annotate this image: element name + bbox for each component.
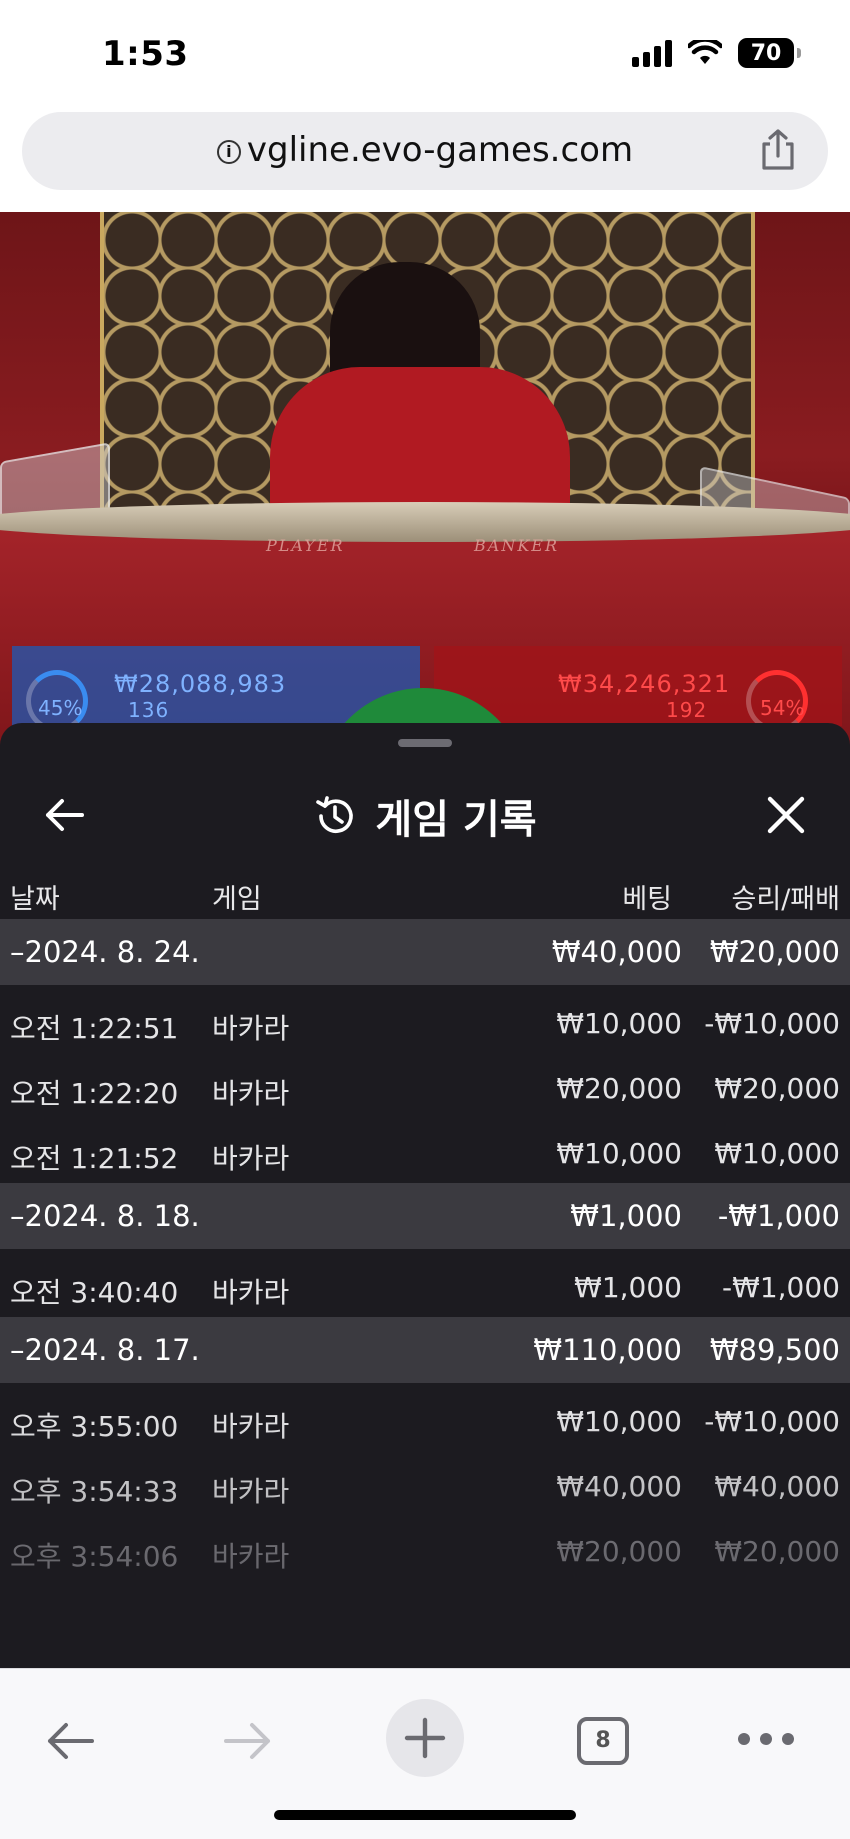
history-icon [316, 796, 354, 833]
share-icon[interactable] [758, 128, 798, 172]
row-win-loss: ₩10,000 [714, 1137, 840, 1170]
new-tab-button[interactable] [386, 1699, 464, 1777]
table-row[interactable]: 오전 3:40:40 바카라 ₩1,000 -₩1,000 [0, 1255, 850, 1317]
sheet-grabber[interactable] [398, 739, 452, 747]
row-game: 바카라 [212, 1276, 290, 1309]
group-date: –2024. 8. 17. [10, 1333, 200, 1367]
date-group-header[interactable]: –2024. 8. 18. ₩1,000 -₩1,000 [0, 1183, 850, 1249]
wifi-icon [688, 40, 722, 64]
table-row[interactable]: 오후 3:54:33 바카라 ₩40,000 ₩40,000 [0, 1454, 850, 1519]
date-group-header[interactable]: –2024. 8. 24. ₩40,000 ₩20,000 [0, 919, 850, 985]
table-row[interactable]: 오전 1:21:52 바카라 ₩10,000 ₩10,000 [0, 1121, 850, 1183]
group-date: –2024. 8. 24. [10, 935, 200, 969]
banker-count: 192 [666, 698, 708, 722]
player-amount: ₩28,088,983 [114, 670, 287, 698]
group-win-loss: ₩20,000 [709, 935, 840, 969]
plus-icon [404, 1717, 446, 1759]
player-felt-label: PLAYER [266, 536, 345, 555]
group-win-loss: ₩89,500 [709, 1333, 840, 1367]
row-time: 오전 1:22:51 [10, 1012, 179, 1045]
url-text: vgline.evo-games.com [246, 130, 634, 170]
column-date: 날짜 [10, 884, 60, 915]
url-bar[interactable]: i vgline.evo-games.com [22, 112, 828, 190]
row-game: 바카라 [212, 1475, 290, 1508]
table-row[interactable]: 오전 1:22:51 바카라 ₩10,000 -₩10,000 [0, 991, 850, 1056]
row-time: 오전 1:22:20 [10, 1077, 179, 1110]
browser-forward-icon[interactable] [222, 1719, 274, 1763]
row-bet: ₩10,000 [556, 1007, 682, 1040]
sheet-header: 게임 기록 [0, 763, 850, 867]
row-win-loss: ₩20,000 [714, 1535, 840, 1568]
row-game: 바카라 [212, 1410, 290, 1443]
sheet-title-wrap: 게임 기록 [0, 787, 850, 845]
home-indicator[interactable] [274, 1810, 576, 1820]
row-game: 바카라 [212, 1142, 290, 1175]
cellular-signal-icon [632, 39, 672, 67]
column-win-loss: 승리/패배 [731, 884, 840, 915]
row-time: 오후 3:55:00 [10, 1410, 179, 1443]
row-win-loss: -₩1,000 [722, 1271, 840, 1304]
battery-level: 70 [750, 40, 782, 66]
row-time: 오전 1:21:52 [10, 1142, 179, 1175]
history-table: –2024. 8. 24. ₩40,000 ₩20,000 오전 1:22:51… [0, 919, 850, 1584]
row-bet: ₩20,000 [556, 1072, 682, 1105]
row-time: 오전 3:40:40 [10, 1276, 179, 1309]
table-row[interactable]: 오후 3:54:06 바카라 ₩20,000 ₩20,000 [0, 1519, 850, 1584]
row-time: 오후 3:54:06 [10, 1540, 179, 1573]
tab-count: 8 [595, 1728, 611, 1753]
site-info-icon[interactable]: i [216, 140, 241, 164]
group-date: –2024. 8. 18. [10, 1199, 200, 1233]
row-win-loss: -₩10,000 [704, 1405, 840, 1438]
browser-back-icon[interactable] [44, 1719, 96, 1763]
row-bet: ₩20,000 [556, 1535, 682, 1568]
row-bet: ₩1,000 [574, 1271, 682, 1304]
banker-pct: 54% [760, 696, 805, 720]
group-bet: ₩110,000 [533, 1333, 682, 1367]
row-game: 바카라 [212, 1540, 290, 1573]
group-win-loss: -₩1,000 [717, 1199, 840, 1233]
row-bet: ₩10,000 [556, 1405, 682, 1438]
row-bet: ₩40,000 [556, 1470, 682, 1503]
table-rim [0, 502, 850, 542]
banker-bet-panel: ₩34,246,321 192 54% [434, 646, 842, 732]
column-bet: 베팅 [622, 884, 672, 915]
row-win-loss: ₩40,000 [714, 1470, 840, 1503]
banker-amount: ₩34,246,321 [558, 670, 731, 698]
player-count: 136 [128, 698, 170, 722]
table-row[interactable]: 오전 1:22:20 바카라 ₩20,000 ₩20,000 [0, 1056, 850, 1121]
row-bet: ₩10,000 [556, 1137, 682, 1170]
player-pct: 45% [38, 696, 83, 720]
status-icons: 70 [632, 38, 801, 68]
row-game: 바카라 [212, 1077, 290, 1110]
sheet-title: 게임 기록 [375, 797, 537, 843]
row-win-loss: -₩10,000 [704, 1007, 840, 1040]
banker-felt-label: BANKER [474, 536, 559, 555]
row-time: 오후 3:54:33 [10, 1475, 179, 1508]
date-group-header[interactable]: –2024. 8. 17. ₩110,000 ₩89,500 [0, 1317, 850, 1383]
tab-switcher-button[interactable]: 8 [577, 1717, 629, 1765]
game-history-sheet: 게임 기록 날짜 게임 베팅 승리/패배 –2024. 8. 24. ₩40,0… [0, 723, 850, 1668]
url-display[interactable]: i vgline.evo-games.com [22, 130, 828, 170]
column-game: 게임 [212, 884, 262, 915]
battery-icon: 70 [738, 38, 801, 68]
row-game: 바카라 [212, 1012, 290, 1045]
status-time: 1:53 [102, 34, 189, 74]
group-bet: ₩40,000 [551, 935, 682, 969]
status-bar: 1:53 70 [0, 0, 850, 110]
close-icon[interactable] [762, 791, 810, 839]
group-bet: ₩1,000 [570, 1199, 682, 1233]
table-header: 날짜 게임 베팅 승리/패배 [0, 865, 850, 921]
row-win-loss: ₩20,000 [714, 1072, 840, 1105]
more-menu-icon[interactable] [738, 1733, 794, 1745]
table-row[interactable]: 오후 3:55:00 바카라 ₩10,000 -₩10,000 [0, 1389, 850, 1454]
